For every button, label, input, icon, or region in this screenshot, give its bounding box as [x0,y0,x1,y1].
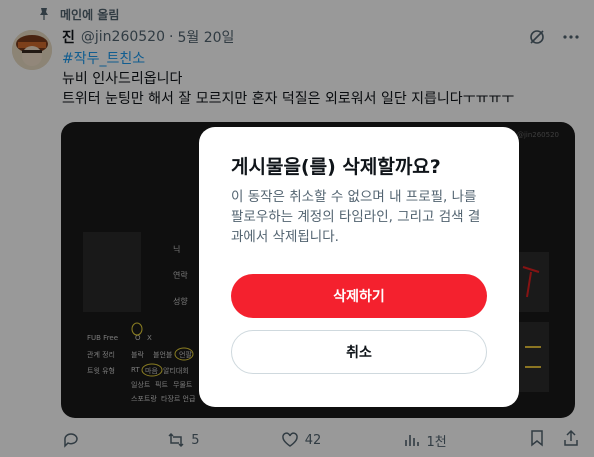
delete-button[interactable]: 삭제하기 [231,274,487,318]
dialog-title: 게시물을(를) 삭제할까요? [231,156,441,178]
dialog-message: 이 동작은 취소할 수 없으며 내 프로필, 나를 팔로우하는 계정의 타임라인… [231,189,481,245]
cancel-button[interactable]: 취소 [231,330,487,374]
delete-confirm-dialog: 게시물을(를) 삭제할까요? 이 동작은 취소할 수 없으며 내 프로필, 나를… [199,127,519,407]
